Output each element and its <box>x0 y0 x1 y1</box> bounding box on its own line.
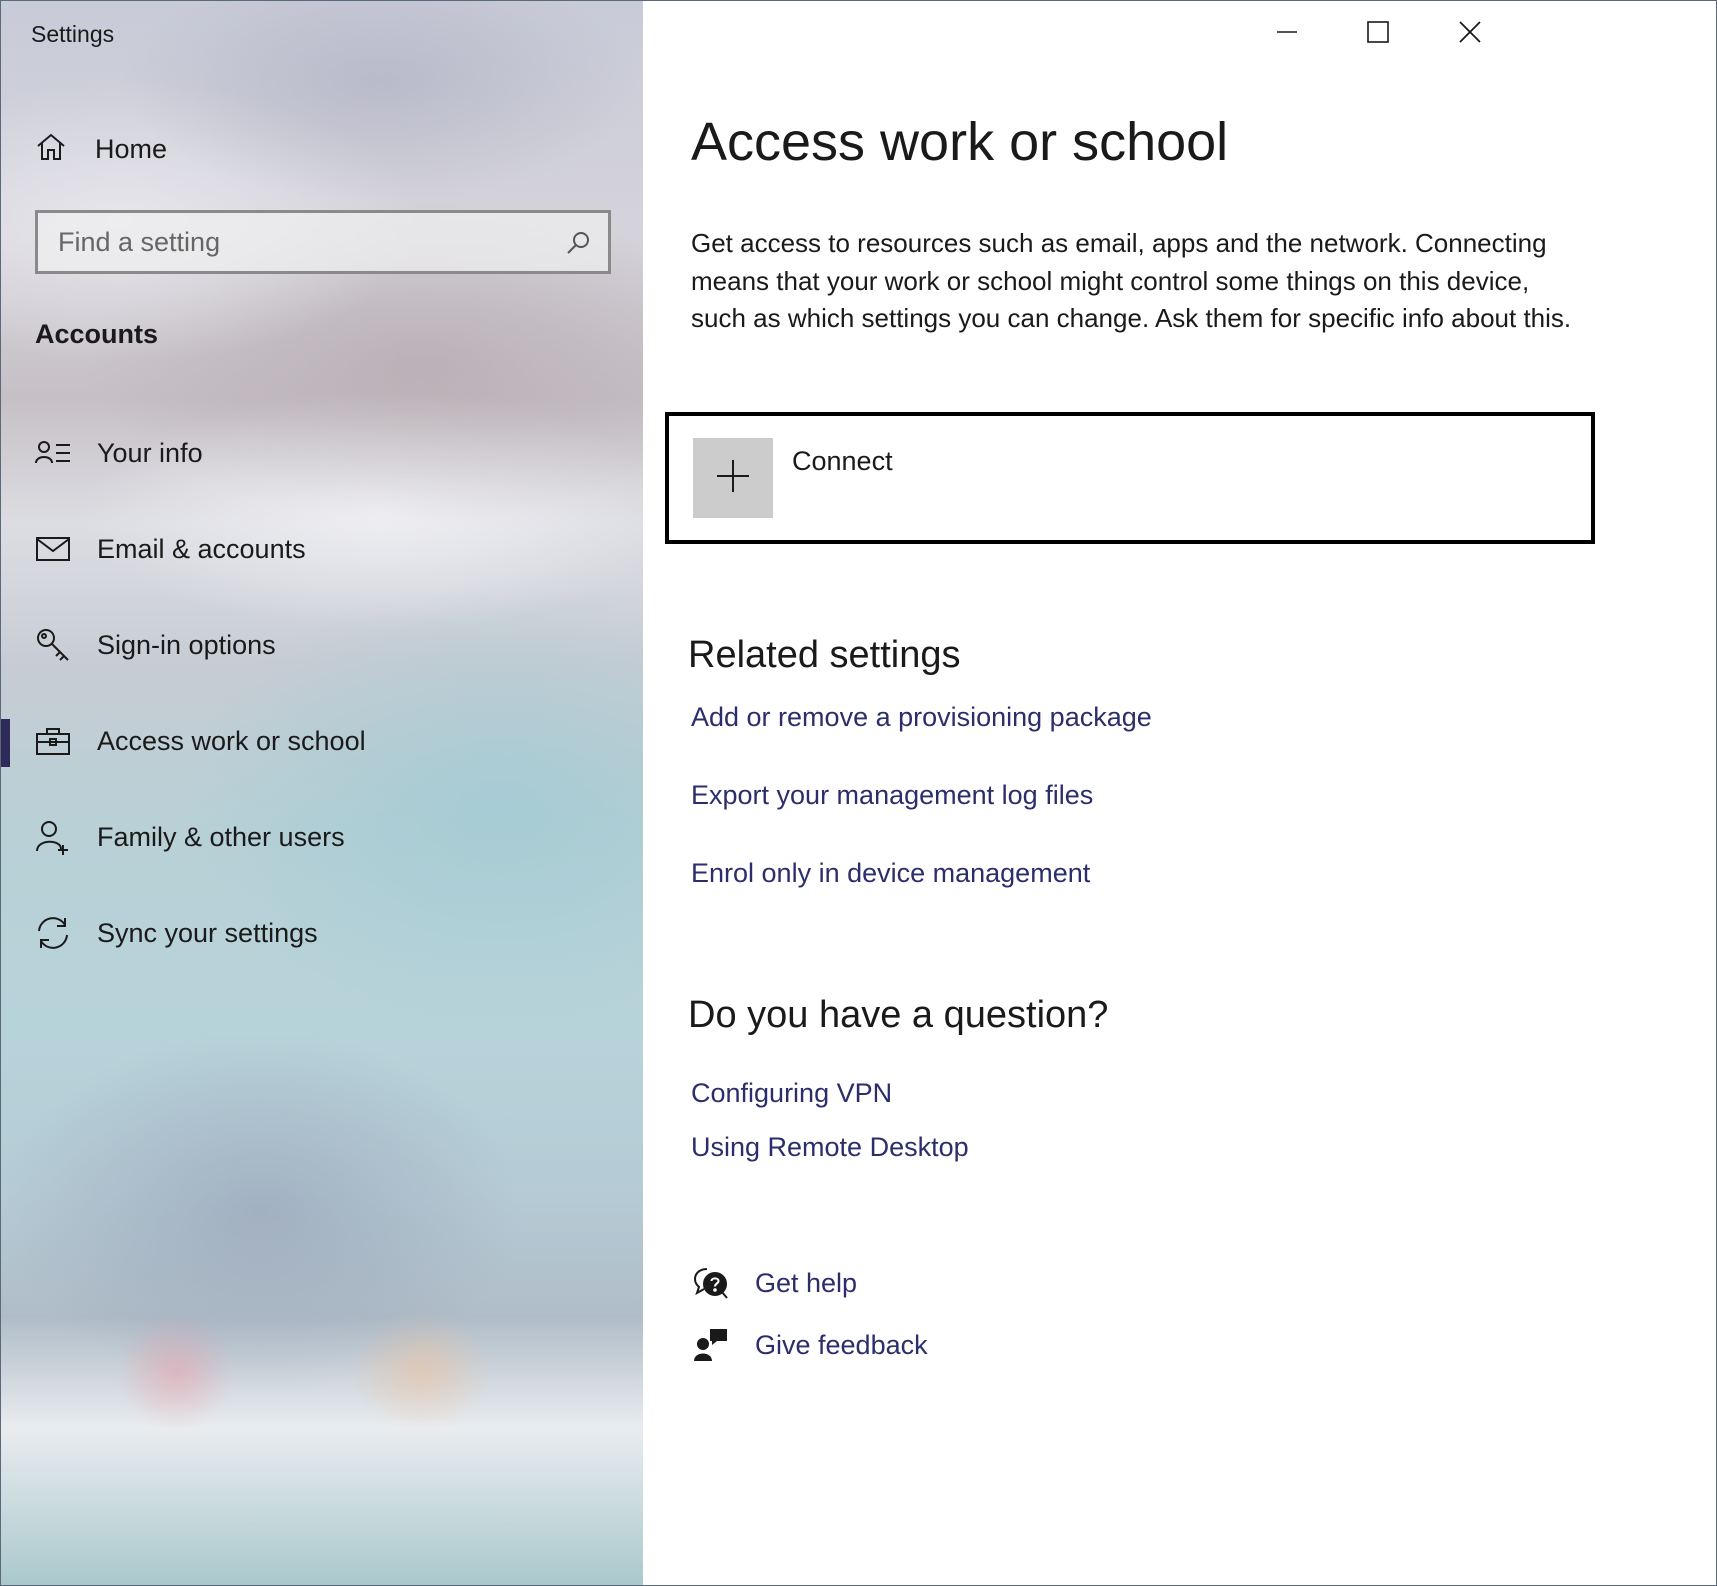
maximize-icon <box>1367 20 1389 48</box>
link-export-management-logs[interactable]: Export your management log files <box>691 780 1093 811</box>
get-help-link[interactable]: Get help <box>691 1261 857 1305</box>
search-icon[interactable] <box>564 229 592 262</box>
link-enrol-device-management[interactable]: Enrol only in device management <box>691 858 1090 889</box>
sidebar-item-your-info[interactable]: Your info <box>1 421 643 485</box>
related-settings-heading: Related settings <box>688 634 961 676</box>
settings-window: Settings Home Accounts <box>0 0 1717 1586</box>
sidebar-item-sign-in-options[interactable]: Sign-in options <box>1 613 643 677</box>
search-input[interactable] <box>58 226 608 258</box>
page-title: Access work or school <box>691 112 1229 172</box>
plus-icon <box>715 458 751 499</box>
nav-home-label: Home <box>95 133 168 164</box>
key-icon <box>35 627 71 663</box>
sidebar-item-label: Family & other users <box>97 821 345 852</box>
sidebar-item-access-work-or-school[interactable]: Access work or school <box>1 709 643 773</box>
sidebar-item-label: Access work or school <box>97 725 366 756</box>
mail-icon <box>35 531 71 567</box>
sidebar-item-email-accounts[interactable]: Email & accounts <box>1 517 643 581</box>
connect-button[interactable]: Connect <box>665 412 1595 544</box>
close-button[interactable] <box>1435 11 1505 57</box>
give-feedback-link[interactable]: Give feedback <box>691 1323 928 1367</box>
main-content: Access work or school Get access to reso… <box>643 1 1716 1585</box>
nav-home[interactable]: Home <box>35 127 595 171</box>
sidebar: Settings Home Accounts <box>1 1 643 1585</box>
link-remote-desktop[interactable]: Using Remote Desktop <box>691 1132 969 1163</box>
minimize-button[interactable] <box>1252 11 1322 57</box>
sync-icon <box>35 915 71 951</box>
get-help-icon <box>691 1263 731 1303</box>
home-icon <box>35 131 67 168</box>
add-person-icon <box>35 819 71 855</box>
give-feedback-icon <box>691 1325 731 1365</box>
connect-tile <box>693 438 773 518</box>
intro-text: Get access to resources such as email, a… <box>691 228 1572 333</box>
get-help-label: Get help <box>755 1267 858 1298</box>
briefcase-icon <box>35 723 71 759</box>
question-heading: Do you have a question? <box>688 994 1109 1036</box>
sidebar-item-sync-settings[interactable]: Sync your settings <box>1 901 643 965</box>
sidebar-item-family-other-users[interactable]: Family & other users <box>1 805 643 869</box>
link-provisioning-package[interactable]: Add or remove a provisioning package <box>691 702 1152 733</box>
app-title: Settings <box>31 21 115 47</box>
give-feedback-label: Give feedback <box>755 1329 928 1360</box>
connect-label: Connect <box>792 446 893 476</box>
section-label-accounts: Accounts <box>35 319 159 349</box>
sidebar-item-label: Sync your settings <box>97 917 318 948</box>
sidebar-item-label: Email & accounts <box>97 533 306 564</box>
person-list-icon <box>35 435 71 471</box>
sidebar-item-label: Your info <box>97 437 203 468</box>
close-icon <box>1458 20 1482 49</box>
maximize-button[interactable] <box>1343 11 1413 57</box>
minimize-icon <box>1276 21 1298 48</box>
search-box[interactable] <box>35 210 611 274</box>
sidebar-item-label: Sign-in options <box>97 629 276 660</box>
link-configuring-vpn[interactable]: Configuring VPN <box>691 1078 892 1109</box>
